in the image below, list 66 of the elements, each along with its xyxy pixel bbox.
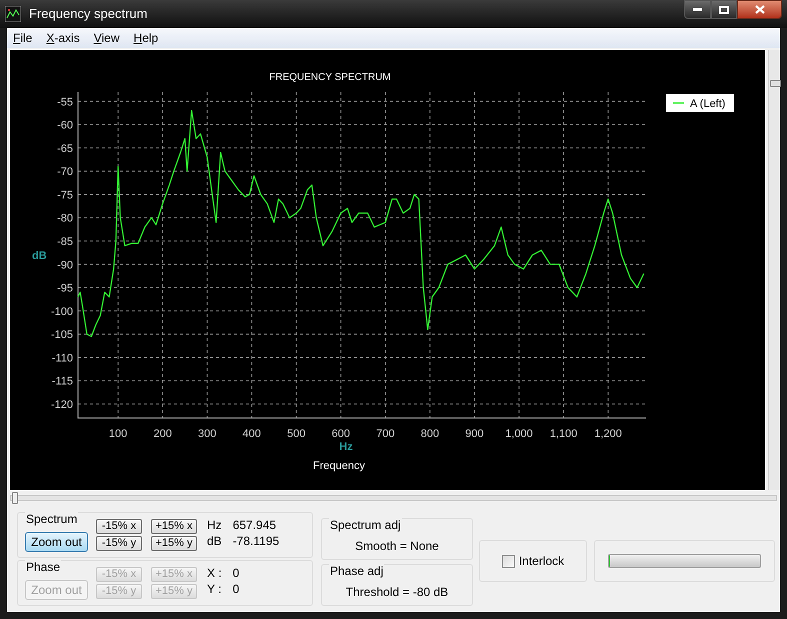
y-tick-label: -120 [50,399,73,412]
window-title: Frequency spectrum [29,5,148,24]
readout-label: Y : [207,581,222,597]
close-icon [754,5,764,14]
x-tick-label: 1,000 [505,428,533,440]
x-unit-label: Hz [339,441,353,453]
x-tick-label: 500 [287,428,306,440]
slider-thumb[interactable] [12,492,18,504]
scale-button[interactable]: +15% y [151,536,197,551]
group-title: Spectrum [25,510,78,528]
y-tick-label: -65 [57,142,73,155]
minimize-button[interactable] [684,0,711,19]
y-tick-label: -70 [57,166,73,178]
group-title: Spectrum adj [329,516,402,534]
readout-label: dB [207,533,222,549]
menu-item[interactable]: X-axis [46,29,80,47]
readout-value: 0 [232,581,240,597]
scale-button[interactable]: -15% y [96,536,142,551]
x-tick-label: 1,200 [594,428,622,440]
menu-item[interactable]: Help [134,29,158,47]
x-tick-label: 800 [420,428,440,440]
scale-button[interactable]: -15% x [96,519,142,534]
y-axis-label: dB [32,250,47,262]
x-tick-label: 300 [198,428,216,440]
x-tick-label: 600 [332,428,350,440]
readout-value: -78.1195 [232,533,280,549]
zoom-out-button[interactable]: Zoom out [25,532,88,552]
chart-title: FREQUENCY SPECTRUM [269,72,391,83]
y-tick-label: -100 [50,306,73,318]
y-tick-label: -105 [50,329,73,342]
readout-value: 657.945 [232,517,278,533]
group-title: Phase adj [329,562,384,580]
maximize-button[interactable] [711,0,737,19]
readout-value: 0 [232,565,240,581]
x-axis-label: Frequency [313,460,365,472]
app-icon [5,6,21,22]
checkbox-label: Interlock [518,553,564,570]
x-tick-label: 700 [376,428,395,440]
menu-item[interactable]: View [94,29,120,47]
y-tick-label: -85 [57,236,73,248]
y-tick-label: -60 [57,120,73,132]
setting-text: Threshold = -80 dB [344,584,450,601]
y-tick-label: -115 [52,376,73,388]
legend-label: A (Left) [690,98,726,110]
x-tick-label: 1,100 [550,428,578,440]
legend: A (Left) [666,94,734,112]
y-tick-label: -80 [57,212,73,225]
y-tick-label: -75 [57,189,73,202]
y-tick-label: -55 [57,96,73,108]
setting-text: Smooth = None [354,538,440,555]
x-tick-label: 200 [153,428,172,440]
x-tick-label: 100 [108,428,128,440]
readout-label: X : [207,565,222,581]
y-tick-label: -95 [57,282,73,295]
vertical-slider[interactable] [768,50,780,490]
interlock-checkbox[interactable] [502,554,515,568]
x-tick-label: 400 [242,428,261,440]
close-button[interactable] [737,0,782,19]
y-tick-label: -90 [57,259,73,272]
menu-item[interactable]: File [13,29,32,47]
x-tick-label: 900 [465,428,484,440]
scale-button[interactable]: +15% x [151,519,197,534]
horizontal-slider[interactable] [10,495,777,501]
y-tick-label: -110 [52,352,73,364]
readout-label: Hz [207,517,222,533]
slider-thumb[interactable] [770,80,781,88]
